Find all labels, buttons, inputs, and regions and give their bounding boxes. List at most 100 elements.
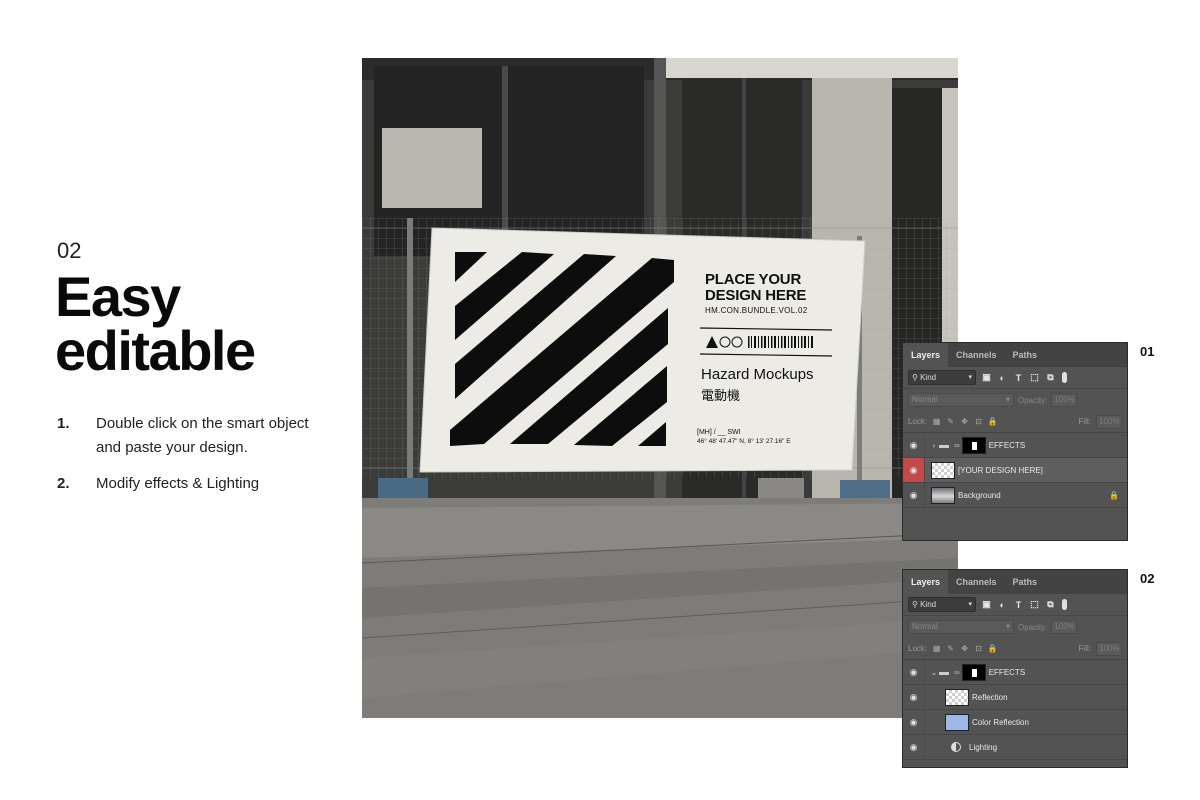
folder-icon: ▬	[939, 439, 949, 451]
layer-row[interactable]: ◉ Reflection	[903, 685, 1127, 710]
type-filter-icon[interactable]: T	[1013, 599, 1024, 610]
layer-row[interactable]: ◉ Color Reflection	[903, 710, 1127, 735]
lock-row: Lock: ▦ ✎ ✥ ⊡ 🔒 Fill: 100%	[903, 638, 1127, 660]
fill-input[interactable]: 100%	[1096, 641, 1122, 656]
shape-filter-icon[interactable]: ⬚	[1029, 372, 1040, 383]
blend-mode-value: Normal	[912, 622, 938, 631]
banner-ref: [MH] / __ SWI	[697, 429, 741, 436]
filter-toggle[interactable]	[1062, 599, 1067, 610]
visibility-eye-icon[interactable]: ◉	[903, 710, 925, 734]
lock-transparent-icon[interactable]: ▦	[932, 644, 941, 653]
chevron-down-icon: ▾	[1005, 395, 1010, 404]
blend-mode-select[interactable]: Normal ▾	[908, 620, 1014, 634]
lock-position-icon[interactable]: ✥	[960, 417, 969, 426]
tab-channels[interactable]: Channels	[948, 570, 1005, 594]
lock-artboard-icon[interactable]: ⊡	[974, 644, 983, 653]
lock-pixels-icon[interactable]: ✎	[946, 417, 955, 426]
visibility-eye-icon[interactable]: ◉	[903, 483, 925, 507]
visibility-eye-icon[interactable]: ◉	[903, 685, 925, 709]
lock-transparent-icon[interactable]: ▦	[932, 417, 941, 426]
layer-row[interactable]: ◉ Lighting	[903, 735, 1127, 760]
layer-name: Color Reflection	[972, 717, 1029, 727]
layer-name: Reflection	[972, 692, 1008, 702]
lock-artboard-icon[interactable]: ⊡	[974, 417, 983, 426]
layer-thumbnail	[945, 713, 969, 731]
lock-pixels-icon[interactable]: ✎	[946, 644, 955, 653]
chevron-down-icon: ▾	[968, 374, 972, 381]
blend-mode-select[interactable]: Normal ▾	[908, 393, 1014, 407]
lock-position-icon[interactable]: ✥	[960, 644, 969, 653]
step-number: 02	[57, 238, 82, 263]
blend-row: Normal ▾ Opacity: 100%	[903, 389, 1127, 411]
blend-row: Normal ▾ Opacity: 100%	[903, 616, 1127, 638]
instruction-list: 1. Double click on the smart object and …	[57, 412, 327, 508]
banner-code: HM.CON.BUNDLE.VOL.02	[705, 306, 808, 315]
instruction-item: 2. Modify effects & Lighting	[57, 472, 327, 496]
adjustment-filter-icon[interactable]: ◐	[997, 372, 1008, 383]
layer-name: Lighting	[969, 742, 998, 752]
kind-filter-select[interactable]: ⚲ Kind ▾	[908, 370, 976, 385]
fill-input[interactable]: 100%	[1096, 414, 1122, 429]
smart-object-filter-icon[interactable]: ⧉	[1045, 372, 1056, 383]
opacity-input[interactable]: 100%	[1051, 620, 1078, 634]
visibility-eye-icon[interactable]: ◉	[903, 433, 925, 457]
visibility-eye-icon[interactable]: ◉	[903, 735, 925, 759]
type-filter-icon[interactable]: T	[1013, 372, 1024, 383]
title-line-2: editable	[55, 319, 256, 382]
instruction-number: 2.	[57, 475, 70, 492]
tab-layers[interactable]: Layers	[903, 570, 949, 594]
panel-tabs: Layers Channels Paths	[903, 570, 1127, 594]
layer-thumbnail	[945, 688, 969, 706]
folder-icon: ▬	[939, 666, 949, 678]
layer-name: EFFECTS	[988, 440, 1026, 450]
adjustment-layer-icon	[951, 742, 961, 752]
filter-toolbar: ⚲ Kind ▾ ▣ ◐ T ⬚ ⧉	[903, 594, 1127, 616]
banner-brand-jp: 電動機	[701, 388, 741, 403]
filter-toggle[interactable]	[1062, 372, 1067, 383]
background-thumbnail	[931, 486, 955, 504]
kind-filter-select[interactable]: ⚲ Kind ▾	[908, 597, 976, 612]
fill-label: Fill:	[1078, 417, 1091, 426]
banner-headline-line-2: DESIGN HERE	[705, 287, 807, 304]
tab-channels[interactable]: Channels	[948, 343, 1005, 367]
lock-all-icon[interactable]: 🔒	[988, 417, 998, 426]
banner-brand: Hazard Mockups	[701, 366, 814, 383]
visibility-eye-icon[interactable]: ◉	[903, 458, 925, 482]
layer-row[interactable]: ◉ [YOUR DESIGN HERE]	[903, 458, 1127, 483]
blend-mode-value: Normal	[912, 395, 938, 404]
banner-coords: 46° 48' 47.47" N, 8° 13' 27.16" E	[697, 438, 791, 445]
layer-mask-thumbnail	[961, 663, 986, 681]
instruction-item: 1. Double click on the smart object and …	[57, 412, 327, 460]
chevron-right-icon[interactable]: ›	[929, 441, 939, 450]
lock-row: Lock: ▦ ✎ ✥ ⊡ 🔒 Fill: 100%	[903, 411, 1127, 433]
layer-row[interactable]: ◉ ⌄ ▬ ∞ EFFECTS	[903, 660, 1127, 685]
layer-row[interactable]: ◉ › ▬ ∞ EFFECTS	[903, 433, 1127, 458]
layer-row[interactable]: ◉ Background 🔒	[903, 483, 1127, 508]
layer-name: EFFECTS	[988, 667, 1026, 677]
image-filter-icon[interactable]: ▣	[981, 599, 992, 610]
visibility-eye-icon[interactable]: ◉	[903, 660, 925, 684]
adjustment-filter-icon[interactable]: ◐	[997, 599, 1008, 610]
opacity-label: Opacity:	[1018, 395, 1048, 405]
smart-object-filter-icon[interactable]: ⧉	[1045, 599, 1056, 610]
chevron-down-icon[interactable]: ⌄	[929, 668, 939, 677]
kind-filter-label: Kind	[920, 600, 937, 609]
search-icon: ⚲	[912, 600, 918, 609]
lock-all-icon[interactable]: 🔒	[988, 644, 998, 653]
shape-filter-icon[interactable]: ⬚	[1029, 599, 1040, 610]
lock-label: Lock:	[908, 644, 928, 653]
lock-icon: 🔒	[1109, 490, 1119, 500]
tab-layers[interactable]: Layers	[903, 343, 949, 367]
link-icon: ∞	[954, 667, 960, 677]
title-line-1: Easy	[55, 265, 181, 328]
panel-tabs: Layers Channels Paths	[903, 343, 1127, 367]
mockup-photo: PLACE YOUR DESIGN HERE HM.CON.BUNDLE.VOL…	[362, 58, 958, 718]
tab-paths[interactable]: Paths	[1005, 343, 1046, 367]
instruction-number: 1.	[57, 415, 70, 432]
layer-mask-thumbnail	[961, 436, 986, 454]
link-icon: ∞	[954, 440, 960, 450]
opacity-input[interactable]: 100%	[1051, 393, 1078, 407]
tab-paths[interactable]: Paths	[1005, 570, 1046, 594]
image-filter-icon[interactable]: ▣	[981, 372, 992, 383]
panel-tag-02: 02	[1140, 571, 1155, 586]
